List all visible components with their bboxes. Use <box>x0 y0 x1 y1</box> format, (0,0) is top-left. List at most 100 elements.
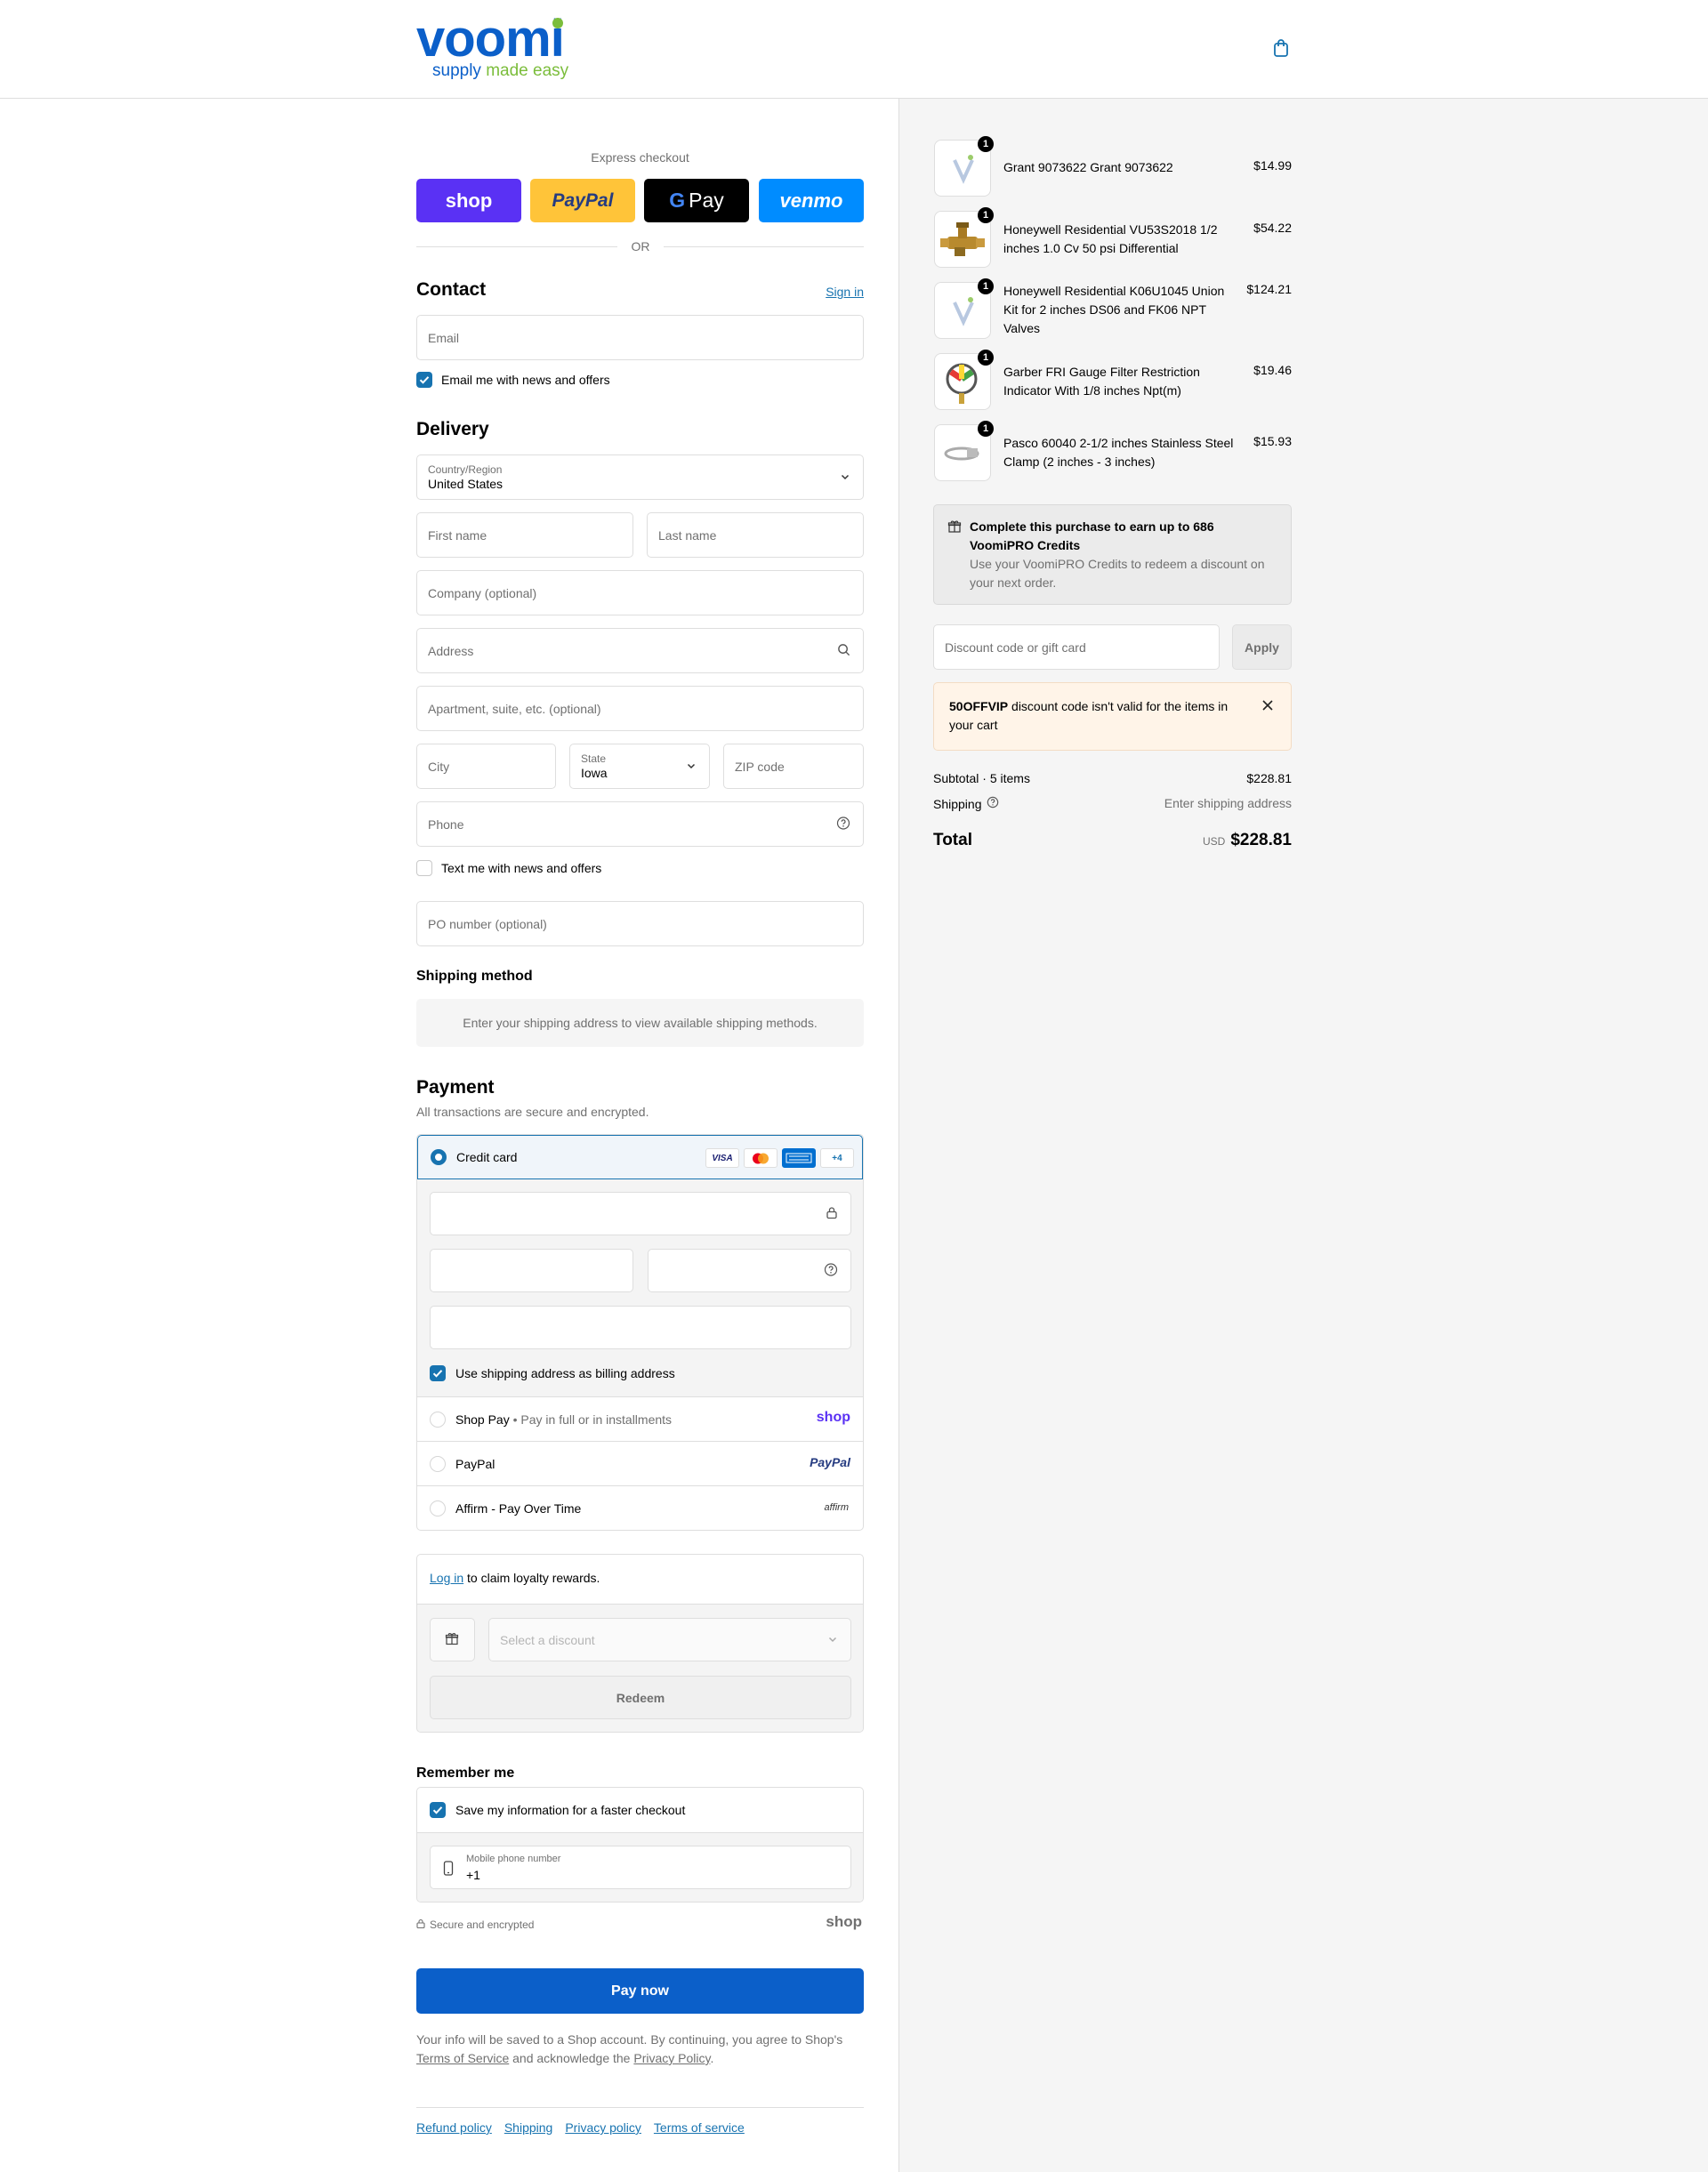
sign-in-link[interactable]: Sign in <box>826 285 864 299</box>
voomi-logo[interactable]: voomi supply made easy <box>416 13 568 80</box>
remember-me-box: Save my information for a faster checkou… <box>416 1787 864 1903</box>
shopping-bag-icon[interactable] <box>1270 37 1292 59</box>
product-price: $19.46 <box>1253 363 1292 377</box>
country-select[interactable]: Country/Region United States <box>416 455 864 500</box>
error-discount-code: 50OFFVIP <box>949 699 1009 713</box>
first-name-field[interactable]: First name <box>416 512 633 558</box>
shop-pay-option[interactable]: Shop Pay • Pay in full or in installment… <box>417 1397 863 1442</box>
redeem-button[interactable]: Redeem <box>430 1676 851 1719</box>
card-name-field[interactable] <box>430 1306 851 1349</box>
close-icon[interactable] <box>1261 699 1274 714</box>
loyalty-text: to claim loyalty rewards. <box>463 1571 600 1585</box>
credit-card-radio[interactable] <box>431 1149 447 1165</box>
zip-field[interactable]: ZIP code <box>723 744 864 789</box>
chevron-down-icon <box>840 471 850 485</box>
help-circle-icon[interactable] <box>987 796 999 811</box>
affirm-option[interactable]: Affirm - Pay Over Time affirm <box>417 1486 863 1530</box>
save-info-label: Save my information for a faster checkou… <box>455 1803 686 1817</box>
last-name-placeholder: Last name <box>658 527 717 543</box>
state-value: Iowa <box>581 766 608 780</box>
card-expiry-field[interactable] <box>430 1249 633 1292</box>
loyalty-redeem-area: Select a discount Redeem <box>417 1604 863 1732</box>
log-in-link[interactable]: Log in <box>430 1571 463 1585</box>
credits-banner: Complete this purchase to earn up to 686… <box>933 504 1292 605</box>
shop-logo: shop <box>826 1913 862 1930</box>
credit-card-option[interactable]: Credit card VISA +4 <box>417 1135 863 1179</box>
save-info-checkbox[interactable] <box>430 1802 446 1818</box>
apartment-field[interactable]: Apartment, suite, etc. (optional) <box>416 686 864 731</box>
card-number-field[interactable] <box>430 1192 851 1235</box>
apartment-placeholder: Apartment, suite, etc. (optional) <box>428 701 601 716</box>
shop-pay-radio[interactable] <box>430 1412 446 1428</box>
discount-code-placeholder: Discount code or gift card <box>945 640 1086 655</box>
gift-icon <box>445 1631 459 1648</box>
logo-word: voom <box>416 10 552 68</box>
billing-address-checkbox[interactable] <box>430 1365 446 1381</box>
discount-select[interactable]: Select a discount <box>488 1618 851 1661</box>
product-price: $15.93 <box>1253 434 1292 448</box>
secure-note: Secure and encrypted <box>416 1919 534 1931</box>
footer-privacy-policy-link[interactable]: Privacy policy <box>565 2120 641 2135</box>
text-news-label: Text me with news and offers <box>441 861 602 875</box>
po-number-field[interactable]: PO number (optional) <box>416 901 864 946</box>
remember-me-heading: Remember me <box>416 1766 515 1781</box>
paypal-radio[interactable] <box>430 1456 446 1472</box>
affirm-radio[interactable] <box>430 1500 446 1516</box>
payment-subtitle: All transactions are secure and encrypte… <box>416 1105 649 1119</box>
currency-code: USD <box>1202 835 1226 848</box>
city-field[interactable]: City <box>416 744 556 789</box>
paypal-label: PayPal <box>455 1457 495 1471</box>
shop-pay-separator: • <box>512 1412 518 1427</box>
shop-pay-express-button[interactable]: shop <box>416 179 521 222</box>
email-field[interactable]: Email <box>416 315 864 360</box>
email-news-checkbox[interactable] <box>416 372 432 388</box>
credits-text: Use your VoomiPRO Credits to redeem a di… <box>970 557 1265 590</box>
phone-placeholder: Phone <box>428 817 464 832</box>
paypal-option[interactable]: PayPal PayPal <box>417 1442 863 1486</box>
help-circle-icon[interactable] <box>824 1262 838 1279</box>
first-name-placeholder: First name <box>428 527 487 543</box>
venmo-express-button[interactable]: venmo <box>759 179 864 222</box>
paypal-express-button[interactable]: PayPal <box>530 179 635 222</box>
last-name-field[interactable]: Last name <box>647 512 864 558</box>
card-cvv-field[interactable] <box>648 1249 851 1292</box>
shop-pay-label: Shop Pay <box>455 1412 510 1427</box>
or-label: OR <box>617 239 664 253</box>
paypal-express-label: PayPal <box>552 189 614 211</box>
footer-refund-policy-link[interactable]: Refund policy <box>416 2120 492 2135</box>
google-pay-express-button[interactable]: G Pay <box>644 179 749 222</box>
more-cards-count: +4 <box>832 1153 842 1163</box>
mobile-phone-field[interactable]: Mobile phone number +1 <box>430 1846 851 1889</box>
discount-code-field[interactable]: Discount code or gift card <box>933 624 1220 670</box>
po-number-placeholder: PO number (optional) <box>428 916 547 931</box>
terms-of-service-link[interactable]: Terms of Service <box>416 2051 509 2065</box>
footer-shipping-link[interactable]: Shipping <box>504 2120 553 2135</box>
google-g-icon: G <box>669 189 686 212</box>
privacy-policy-link[interactable]: Privacy Policy <box>633 2051 710 2065</box>
company-field[interactable]: Company (optional) <box>416 570 864 615</box>
pay-now-button[interactable]: Pay now <box>416 1968 864 2014</box>
state-select[interactable]: State Iowa <box>569 744 710 789</box>
product-price: $14.99 <box>1253 158 1292 173</box>
shipping-row: Shipping <box>933 796 999 811</box>
mobile-phone-area: Mobile phone number +1 <box>417 1832 863 1902</box>
product-name: Honeywell Residential VU53S2018 1/2 inch… <box>1003 222 1218 255</box>
search-icon[interactable] <box>837 643 850 659</box>
address-field[interactable]: Address <box>416 628 864 673</box>
credits-title: Complete this purchase to earn up to 686… <box>970 519 1214 552</box>
gift-icon-box <box>430 1618 475 1661</box>
shop-pay-express-label: shop <box>445 189 493 212</box>
help-circle-icon[interactable] <box>836 816 850 833</box>
product-price: $124.21 <box>1246 282 1292 296</box>
apply-button[interactable]: Apply <box>1232 624 1292 670</box>
amex-icon <box>782 1148 816 1168</box>
loyalty-box: Log in to claim loyalty rewards. Select … <box>416 1554 864 1733</box>
state-label: State <box>581 752 607 765</box>
phone-field[interactable]: Phone <box>416 801 864 847</box>
credit-card-label: Credit card <box>456 1150 518 1164</box>
logo-dot <box>552 18 563 28</box>
footer-terms-of-service-link[interactable]: Terms of service <box>654 2120 745 2135</box>
secure-text: Secure and encrypted <box>430 1919 535 1931</box>
text-news-checkbox[interactable] <box>416 860 432 876</box>
legal-text: Your info will be saved to a Shop accoun… <box>416 2031 864 2068</box>
